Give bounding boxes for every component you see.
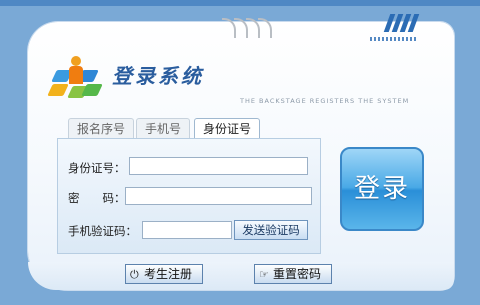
- stripes-decoration: [383, 14, 423, 32]
- reset-password-label: 重置密码: [273, 267, 322, 281]
- top-bar: [0, 0, 480, 6]
- page-title: 登录系统: [112, 64, 204, 88]
- logo-icon: [47, 56, 103, 100]
- login-button[interactable]: 登录: [340, 147, 424, 231]
- password-input[interactable]: [125, 187, 312, 205]
- dots-decoration: [370, 37, 416, 41]
- page-subtitle: THE BACKSTAGE REGISTERS THE SYSTEM: [240, 97, 410, 105]
- panel-footer: [28, 262, 454, 290]
- password-label: 密 码：: [68, 191, 126, 205]
- register-label: 考生注册: [144, 267, 193, 281]
- sms-code-input[interactable]: [142, 221, 232, 239]
- binding-rings-decoration: [222, 18, 272, 38]
- reset-password-button[interactable]: ☞ 重置密码: [254, 264, 332, 284]
- pointing-hand-icon: ☞: [259, 268, 269, 281]
- send-code-button[interactable]: 发送验证码: [234, 220, 308, 240]
- tab-id-number[interactable]: 身份证号: [194, 118, 260, 140]
- tab-registration-number[interactable]: 报名序号: [68, 118, 134, 139]
- id-number-label: 身份证号：: [68, 161, 126, 175]
- tab-phone-number[interactable]: 手机号: [136, 118, 190, 139]
- register-button[interactable]: ⏻ 考生注册: [125, 264, 203, 284]
- id-number-input[interactable]: [129, 157, 308, 175]
- power-icon: ⏻: [130, 268, 139, 281]
- sms-code-label: 手机验证码：: [68, 224, 137, 238]
